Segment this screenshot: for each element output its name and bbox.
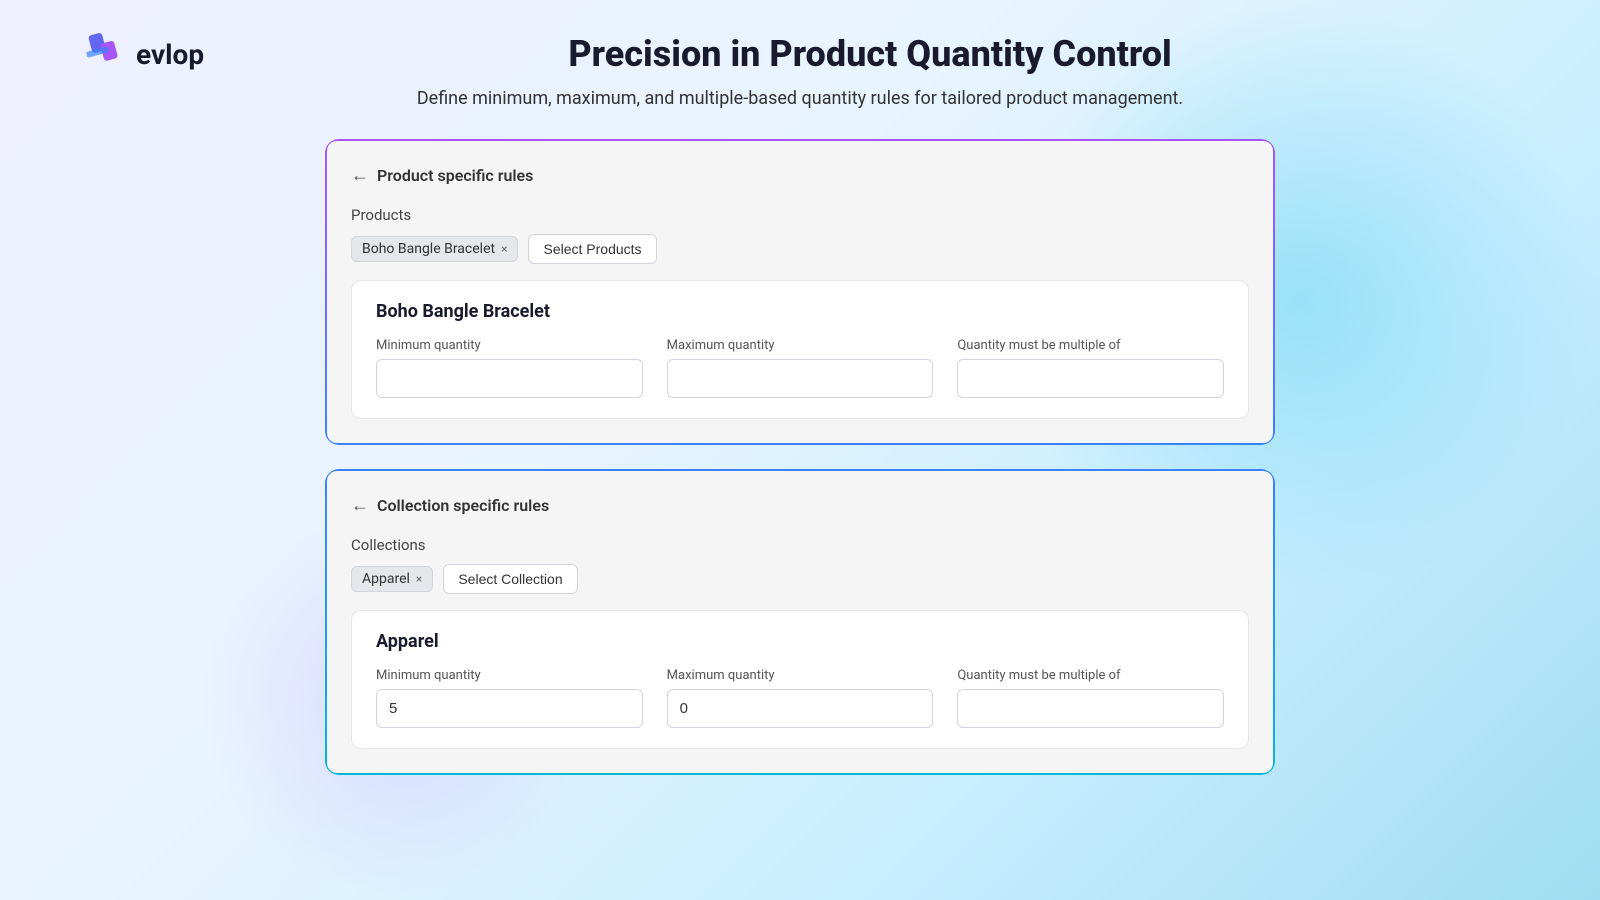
product-detail-box: Boho Bangle Bracelet Minimum quantity Ma… xyxy=(351,280,1249,419)
collection-min-qty-input[interactable] xyxy=(376,689,643,728)
products-label: Products xyxy=(351,206,1249,224)
collection-min-qty-field: Minimum quantity xyxy=(376,668,643,728)
logo: evlop xyxy=(80,30,204,78)
product-card-header: ← Product specific rules xyxy=(351,165,1249,186)
collection-multiple-input[interactable] xyxy=(957,689,1224,728)
collections-label: Collections xyxy=(351,536,1249,554)
product-detail-title: Boho Bangle Bracelet xyxy=(376,301,1224,322)
product-multiple-input[interactable] xyxy=(957,359,1224,398)
page-subtitle: Define minimum, maximum, and multiple-ba… xyxy=(80,88,1520,109)
collection-card-title: Collection specific rules xyxy=(377,496,549,515)
collection-card-header: ← Collection specific rules xyxy=(351,495,1249,516)
collection-tag-text: Apparel xyxy=(362,571,410,587)
collections-tag-row: Apparel × Select Collection xyxy=(351,564,1249,594)
collection-back-arrow[interactable]: ← xyxy=(351,495,369,516)
collection-tag-close[interactable]: × xyxy=(416,572,422,586)
collection-detail-box: Apparel Minimum quantity Maximum quantit… xyxy=(351,610,1249,749)
product-max-qty-label: Maximum quantity xyxy=(667,338,934,353)
product-tag-text: Boho Bangle Bracelet xyxy=(362,241,495,257)
collection-max-qty-field: Maximum quantity xyxy=(667,668,934,728)
products-tag-row: Boho Bangle Bracelet × Select Products xyxy=(351,234,1249,264)
product-max-qty-input[interactable] xyxy=(667,359,934,398)
collection-multiple-field: Quantity must be multiple of xyxy=(957,668,1224,728)
collection-multiple-label: Quantity must be multiple of xyxy=(957,668,1224,683)
select-products-button[interactable]: Select Products xyxy=(528,234,656,264)
logo-icon xyxy=(80,30,128,78)
product-rules-card: ← Product specific rules Products Boho B… xyxy=(325,139,1275,445)
collection-quantity-row: Minimum quantity Maximum quantity Quanti… xyxy=(376,668,1224,728)
product-min-qty-field: Minimum quantity xyxy=(376,338,643,398)
logo-text: evlop xyxy=(136,38,204,71)
product-min-qty-input[interactable] xyxy=(376,359,643,398)
product-tag-close[interactable]: × xyxy=(501,242,507,256)
product-card-title: Product specific rules xyxy=(377,166,533,185)
select-collection-button[interactable]: Select Collection xyxy=(443,564,577,594)
collection-tag: Apparel × xyxy=(351,566,433,592)
collection-rules-card: ← Collection specific rules Collections … xyxy=(325,469,1275,775)
product-tag: Boho Bangle Bracelet × xyxy=(351,236,518,262)
product-max-qty-field: Maximum quantity xyxy=(667,338,934,398)
collection-max-qty-input[interactable] xyxy=(667,689,934,728)
page-title: Precision in Product Quantity Control xyxy=(220,33,1520,75)
product-multiple-label: Quantity must be multiple of xyxy=(957,338,1224,353)
product-back-arrow[interactable]: ← xyxy=(351,165,369,186)
product-quantity-row: Minimum quantity Maximum quantity Quanti… xyxy=(376,338,1224,398)
collection-max-qty-label: Maximum quantity xyxy=(667,668,934,683)
product-min-qty-label: Minimum quantity xyxy=(376,338,643,353)
product-multiple-field: Quantity must be multiple of xyxy=(957,338,1224,398)
collection-min-qty-label: Minimum quantity xyxy=(376,668,643,683)
collection-detail-title: Apparel xyxy=(376,631,1224,652)
